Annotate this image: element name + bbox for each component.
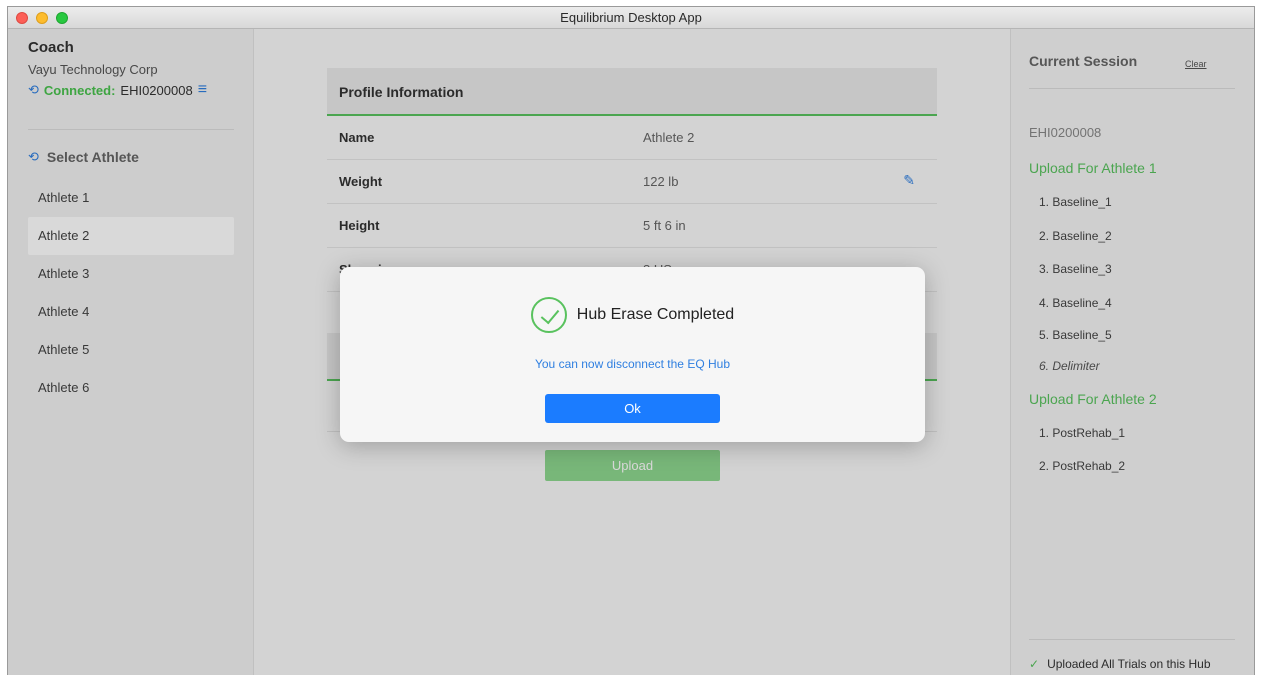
window-title: Equilibrium Desktop App [560, 10, 702, 25]
ok-button[interactable]: Ok [545, 394, 720, 423]
hub-erase-dialog: Hub Erase Completed You can now disconne… [340, 267, 925, 442]
dialog-title: Hub Erase Completed [576, 306, 735, 323]
success-check-icon [530, 297, 567, 333]
title-bar: Equilibrium Desktop App [8, 7, 1254, 29]
dialog-header: Hub Erase Completed [340, 297, 925, 333]
app-body: Coach Vayu Technology Corp ⟲ Connected: … [8, 29, 1254, 675]
app-window: Equilibrium Desktop App Coach Vayu Techn… [7, 6, 1255, 675]
dialog-message: You can now disconnect the EQ Hub [534, 357, 731, 371]
